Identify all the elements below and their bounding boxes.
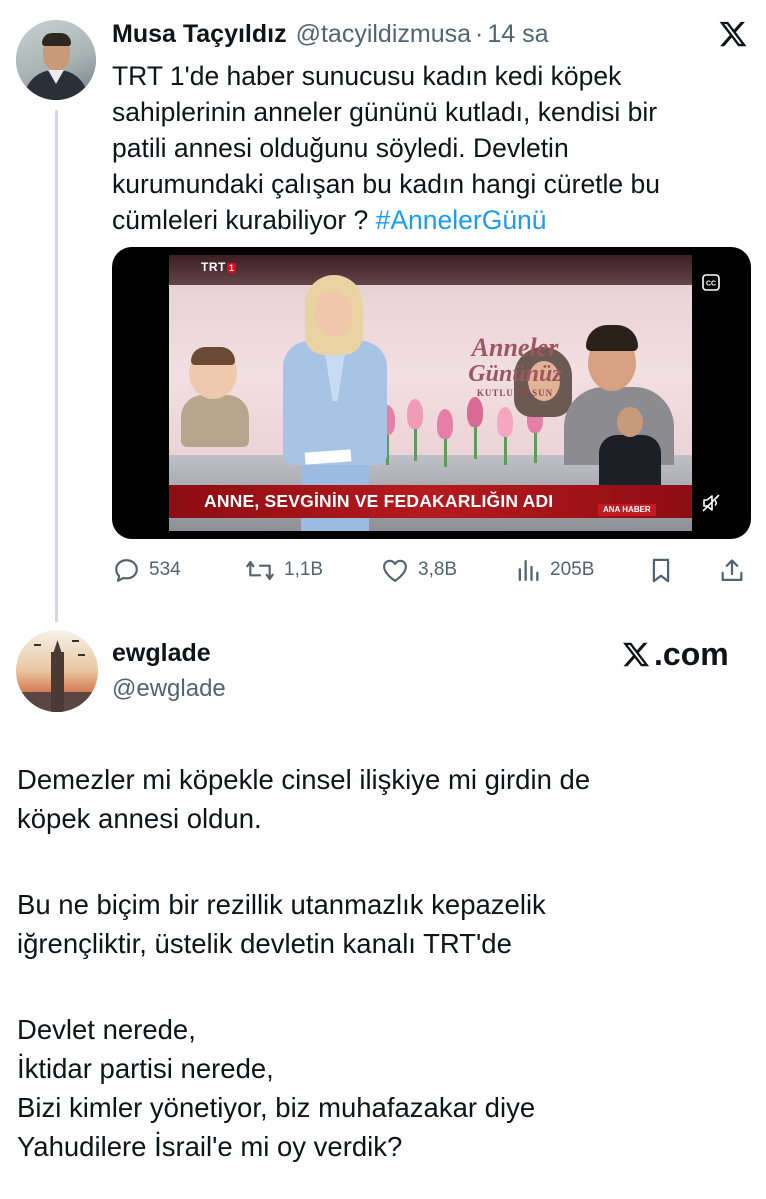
tweet-text-line: kurumundaki çalışan bu kadın hangi cüret… — [112, 169, 661, 199]
share-icon — [721, 558, 743, 581]
baby-figure — [181, 347, 251, 447]
reply-author-avatar[interactable] — [16, 630, 98, 712]
author-name[interactable]: Musa Taçyıldız — [112, 18, 287, 50]
banner-line-3: KUTLU OLSUN — [476, 388, 554, 398]
x-com-label: .com — [654, 636, 729, 672]
retweet-count: 1,1B — [284, 559, 324, 580]
tweet-text-line: cümleleri kurabiliyor ? #AnnelerGünü — [112, 202, 752, 238]
x-logo-icon — [623, 642, 650, 667]
share-button[interactable] — [718, 553, 746, 587]
views-chart-icon — [518, 559, 539, 581]
mothers-day-banner: Anneler Gününüz KUTLU OLSUN — [459, 335, 571, 399]
like-button[interactable]: 3,8B — [380, 553, 457, 587]
tweet-text-line: TRT 1'de haber sunucusu kadın kedi köpek — [112, 61, 622, 91]
reply-text-line: köpek annesi oldun. — [17, 803, 262, 834]
lower-third-headline: ANNE, SEVGİNİN VE FEDAKARLIĞIN ADI — [204, 491, 554, 511]
banner-line-1: Anneler — [471, 333, 559, 362]
retweet-button[interactable]: 1,1B — [244, 553, 323, 587]
channel-number: 1 — [226, 263, 237, 273]
channel-logo: TRT 1 — [201, 260, 237, 274]
tweet-text-last: cümleleri kurabiliyor ? — [112, 205, 376, 235]
author-handle[interactable]: @tacyildizmusa — [296, 18, 471, 50]
tweet-timestamp[interactable]: 14 sa — [487, 18, 548, 50]
reply-text-line: Bu ne biçim bir rezillik utanmazlık kepa… — [17, 889, 546, 920]
sign-language-interpreter — [595, 407, 665, 493]
views-button[interactable]: 205B — [514, 553, 594, 587]
header-separator: · — [475, 20, 484, 48]
tweet-header: Musa Taçyıldız @tacyildizmusa · 14 sa — [112, 18, 549, 50]
bookmark-button[interactable] — [648, 553, 674, 587]
reply-text-line: Demezler mi köpekle cinsel ilişkiye mi g… — [17, 764, 591, 795]
hashtag-link[interactable]: #AnnelerGünü — [376, 205, 547, 235]
reply-text-line: Bizi kimler yönetiyor, biz muhafazakar d… — [17, 1092, 536, 1123]
reply-count: 534 — [149, 559, 181, 580]
program-tag: ANA HABER — [598, 504, 656, 516]
channel-logo-text: TRT — [201, 260, 226, 274]
x-logo-icon — [719, 21, 747, 47]
bookmark-icon — [652, 558, 670, 582]
tweet-text-line: sahiplerinin anneler gününü kutladı, ken… — [112, 97, 658, 127]
reply-text-line: Yahudilere İsrail'e mi oy verdik? — [17, 1131, 403, 1162]
reply-text: Demezler mi köpekle cinsel ilişkiye mi g… — [17, 760, 757, 1166]
banner-line-2: Gününüz — [468, 361, 562, 387]
reply-author-handle[interactable]: @ewglade — [112, 674, 226, 704]
x-com-watermark: .com — [620, 636, 729, 673]
svg-text:CC: CC — [706, 281, 716, 288]
reply-text-line: Devlet nerede, — [17, 1014, 196, 1045]
volume-muted-icon[interactable] — [700, 492, 722, 514]
reply-text-line: İktidar partisi nerede, — [17, 1053, 274, 1084]
tweet-text-line: patili annesi olduğunu söyledi. Devletin — [112, 133, 569, 163]
tweet-video[interactable]: Anneler Gününüz KUTLU OLSUN TRT 1 ANNE, S… — [112, 247, 751, 539]
reply-icon — [115, 558, 138, 582]
thread-connector-line — [55, 110, 58, 622]
heart-icon — [383, 559, 407, 582]
news-lower-third: ANNE, SEVGİNİN VE FEDAKARLIĞIN ADI ANA H… — [169, 485, 692, 518]
reply-text-line: iğrençliktir, üstelik devletin kanalı TR… — [17, 928, 512, 959]
tweet-text: TRT 1'de haber sunucusu kadın kedi köpek… — [112, 58, 752, 238]
tweet-action-bar: 534 1,1B 3,8B 205B — [112, 553, 752, 587]
reply-author-name[interactable]: ewglade — [112, 638, 211, 668]
reply-button[interactable]: 534 — [112, 553, 181, 587]
closed-captions-icon[interactable]: CC — [702, 274, 720, 291]
like-count: 3,8B — [418, 559, 458, 580]
views-count: 205B — [550, 559, 595, 580]
author-avatar[interactable] — [16, 20, 96, 100]
retweet-icon — [246, 560, 274, 580]
